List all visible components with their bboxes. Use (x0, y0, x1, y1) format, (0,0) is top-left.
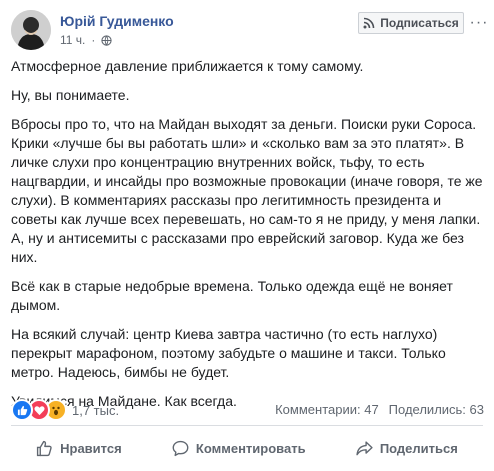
share-icon (356, 440, 373, 455)
more-options-icon[interactable]: ··· (469, 12, 489, 34)
author-name[interactable]: Юрій Гудименко (60, 13, 174, 29)
comments-count[interactable]: Комментарии: 47 (275, 402, 379, 417)
rss-icon (363, 17, 375, 29)
comment-button[interactable]: Комментировать (172, 440, 306, 457)
like-icon (11, 399, 33, 421)
engagement-counts: Комментарии: 47 Поделились: 63 (275, 402, 484, 417)
reactions-count[interactable]: 1,7 тыс. (72, 403, 119, 418)
post-time[interactable]: 11 ч. (60, 33, 85, 47)
comment-icon (172, 440, 189, 456)
shares-count[interactable]: Поделились: 63 (389, 402, 484, 417)
paragraph-4: Всё как в старые недобрые времена. Тольк… (11, 278, 453, 313)
paragraph-2: Ну, вы понимаете. (11, 87, 130, 103)
reactions-summary[interactable]: 1,7 тыс. (11, 399, 119, 421)
paragraph-1: Атмосферное давление приближается к тому… (11, 58, 364, 74)
post-text: Атмосферное давление приближается к тому… (11, 57, 483, 421)
dot-separator: · (91, 33, 96, 47)
share-label: Поделиться (379, 440, 458, 456)
like-button[interactable]: Нравится (36, 440, 122, 457)
like-label: Нравится (60, 440, 122, 456)
follow-button[interactable]: Подписаться (358, 12, 464, 34)
post-meta: 11 ч. · (60, 33, 113, 47)
avatar[interactable] (11, 10, 51, 50)
thumbs-up-icon (37, 440, 52, 456)
paragraph-5: На всякий случай: центр Киева завтра час… (11, 326, 446, 380)
avatar-image (11, 10, 51, 50)
paragraph-3: Вбросы про то, что на Майдан выходят за … (11, 116, 483, 265)
comment-label: Комментировать (195, 440, 306, 456)
action-bar: Нравится Комментировать Поделиться (11, 432, 483, 464)
divider (11, 425, 483, 426)
globe-icon (101, 34, 113, 46)
follow-label: Подписаться (380, 16, 459, 30)
share-button[interactable]: Поделиться (356, 440, 458, 457)
facebook-post: Юрій Гудименко 11 ч. · Подписаться ··· А… (0, 0, 494, 471)
